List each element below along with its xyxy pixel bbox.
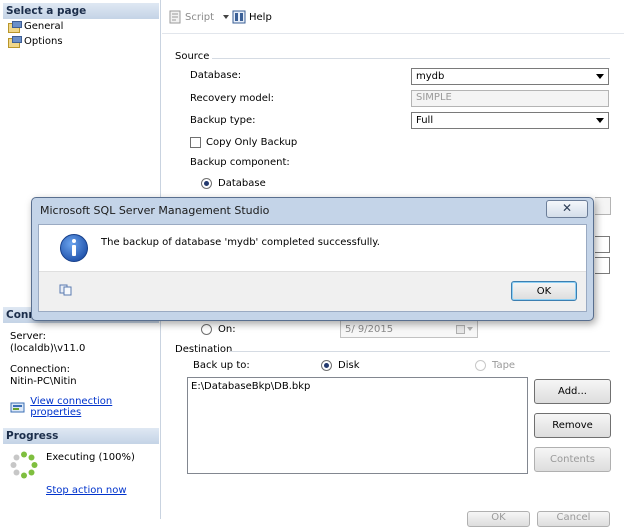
connection-label: Connection: <box>10 364 70 375</box>
expire-on-label: On: <box>218 324 236 335</box>
server-label: Server: <box>10 331 46 342</box>
view-connection-link[interactable]: View connection properties <box>30 396 160 418</box>
ok-button[interactable]: OK <box>467 511 530 527</box>
dialog-footer: OK <box>39 271 586 311</box>
component-database-radio[interactable] <box>201 178 212 189</box>
chevron-down-icon <box>596 118 604 123</box>
disk-label[interactable]: Disk <box>338 360 359 371</box>
expire-on-date-value: 5/ 9/2015 <box>345 323 394 335</box>
page-item-general[interactable]: General <box>8 19 63 33</box>
backup-type-label: Backup type: <box>190 115 256 126</box>
contents-button[interactable]: Contents <box>534 447 611 472</box>
help-icon <box>232 10 246 24</box>
copy-only-checkbox[interactable] <box>190 137 201 148</box>
files-browse-button[interactable] <box>595 197 611 215</box>
list-item[interactable]: E:\DatabaseBkp\DB.bkp <box>191 381 524 392</box>
cancel-button[interactable]: Cancel <box>537 511 610 527</box>
info-icon <box>60 234 88 262</box>
add-button[interactable]: Add... <box>534 379 611 404</box>
backup-type-select[interactable]: Full <box>411 112 609 129</box>
select-page-header: Select a page <box>3 3 159 19</box>
copy-only-label[interactable]: Copy Only Backup <box>206 137 297 148</box>
toolbar: Script Help <box>162 0 624 34</box>
destination-group-label: Destination <box>175 344 233 355</box>
tape-radio[interactable] <box>475 360 486 371</box>
properties-icon <box>10 402 25 412</box>
connection-value: Nitin-PC\Nitin <box>10 376 77 387</box>
database-label: Database: <box>190 70 242 81</box>
script-button[interactable]: Script <box>168 8 230 26</box>
remove-button[interactable]: Remove <box>534 413 611 438</box>
script-icon <box>169 10 181 24</box>
tape-label: Tape <box>492 360 516 371</box>
expire-on-radio[interactable] <box>201 324 212 335</box>
disk-radio[interactable] <box>321 360 332 371</box>
close-icon[interactable]: ✕ <box>546 200 588 218</box>
backup-description-field[interactable] <box>595 257 610 274</box>
chevron-down-icon <box>596 74 604 79</box>
help-button[interactable]: Help <box>232 8 272 26</box>
page-label: Options <box>24 35 63 47</box>
database-value: mydb <box>416 71 445 82</box>
backup-set-name-field[interactable] <box>595 236 610 253</box>
dialog-message: The backup of database 'mydb' completed … <box>101 237 380 248</box>
help-label: Help <box>249 11 272 23</box>
page-icon <box>8 20 22 33</box>
destination-divider <box>229 351 610 352</box>
page-item-options[interactable]: Options <box>8 34 63 48</box>
calendar-icon[interactable] <box>456 324 473 334</box>
progress-header: Progress <box>3 428 159 444</box>
back-up-to-label: Back up to: <box>193 360 250 371</box>
dialog-client: The backup of database 'mydb' completed … <box>38 224 587 312</box>
progress-spinner-icon <box>10 451 38 479</box>
source-group-label: Source <box>175 51 210 62</box>
message-dialog: Microsoft SQL Server Management Studio ✕… <box>31 197 594 321</box>
component-database-label[interactable]: Database <box>218 178 266 189</box>
chevron-down-icon[interactable] <box>223 15 230 19</box>
server-value: (localdb)\v11.0 <box>10 343 86 354</box>
backup-component-label: Backup component: <box>190 157 290 168</box>
page-icon <box>8 35 22 48</box>
source-divider <box>212 58 610 59</box>
recovery-model-label: Recovery model: <box>190 93 275 104</box>
backup-destination-list[interactable]: E:\DatabaseBkp\DB.bkp <box>187 377 528 474</box>
script-label: Script <box>185 11 215 23</box>
dialog-title: Microsoft SQL Server Management Studio <box>40 204 270 217</box>
page-label: General <box>24 20 64 32</box>
progress-status: Executing (100%) <box>46 452 135 463</box>
expire-on-date-picker[interactable]: 5/ 9/2015 <box>340 320 478 338</box>
database-select[interactable]: mydb <box>411 68 609 85</box>
recovery-model-field: SIMPLE <box>411 90 609 107</box>
stop-action-link[interactable]: Stop action now <box>46 485 127 496</box>
view-connection-properties[interactable]: View connection properties <box>10 396 160 418</box>
copy-icon[interactable] <box>59 284 73 296</box>
backup-type-value: Full <box>416 115 434 126</box>
dialog-ok-button[interactable]: OK <box>511 281 577 301</box>
